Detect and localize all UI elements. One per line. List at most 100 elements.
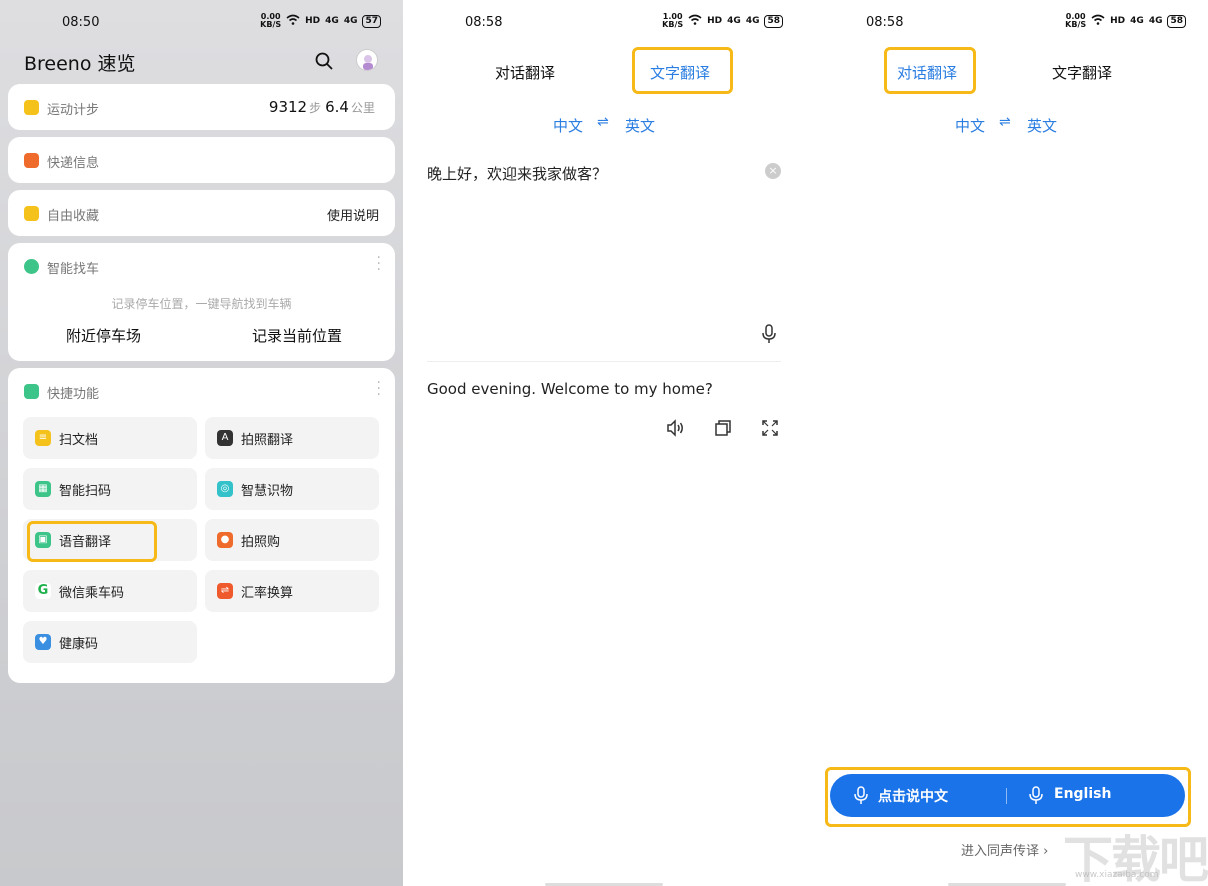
swap-language-icon[interactable]: ⇌ <box>999 114 1011 130</box>
simultaneous-interpretation-link[interactable]: 进入同声传译 › <box>961 840 1048 859</box>
quick-item-label: 健康码 <box>59 633 98 652</box>
steps-card[interactable]: 运动计步 9312步6.4公里 <box>8 84 395 130</box>
speak-english-button[interactable]: English <box>1054 786 1111 802</box>
source-text-input[interactable]: 晚上好，欢迎来我家做客？ <box>427 163 607 184</box>
fullscreen-icon[interactable] <box>760 418 780 438</box>
status-time: 08:50 <box>62 15 99 30</box>
target-language-selector[interactable]: 英文 <box>625 115 655 136</box>
net-speed: 0.00 KB/S <box>260 13 281 29</box>
status-icons: 1.00 KB/S HD 4G 4G 58 <box>662 13 783 29</box>
package-icon <box>24 153 39 168</box>
source-language-selector[interactable]: 中文 <box>955 115 985 136</box>
quick-item-photo-translate[interactable]: A 拍照翻译 <box>205 417 379 459</box>
signal-icon-1: 4G <box>325 16 339 26</box>
camera-translate-icon: A <box>217 430 233 446</box>
grid-icon <box>24 384 39 399</box>
net-speed: 1.00 KB/S <box>662 13 683 29</box>
status-icons: 0.00 KB/S HD 4G 4G 57 <box>260 13 381 29</box>
target-language-selector[interactable]: 英文 <box>1027 115 1057 136</box>
parking-card-label: 智能找车 <box>47 258 99 277</box>
battery-icon: 57 <box>362 15 381 28</box>
quick-item-label: 拍照购 <box>241 531 280 550</box>
quick-item-smart-scan[interactable]: ▦ 智能扫码 <box>23 468 197 510</box>
status-bar: 08:58 1.00 KB/S HD 4G 4G 58 <box>403 0 805 44</box>
quick-item-label: 智能扫码 <box>59 480 111 499</box>
page-title: Breeno 速览 <box>24 49 136 76</box>
hd-icon: HD <box>707 16 722 26</box>
quick-item-currency[interactable]: ⇌ 汇率换算 <box>205 570 379 612</box>
watermark-url: www.xiazaiba.com <box>1075 870 1159 880</box>
status-bar: 08:58 0.00 KB/S HD 4G 4G 58 <box>805 0 1208 44</box>
microphone-icon <box>854 786 868 809</box>
speaker-icon[interactable] <box>665 418 685 438</box>
favorites-card[interactable]: 自由收藏 使用说明 <box>8 190 395 236</box>
tab-dialog-translate[interactable]: 对话翻译 <box>495 62 555 83</box>
bookmark-icon <box>24 206 39 221</box>
tab-text-translate[interactable]: 文字翻译 <box>1052 62 1112 83</box>
microphone-icon[interactable] <box>761 324 777 348</box>
net-speed: 0.00 KB/S <box>1065 13 1086 29</box>
quick-item-health-code[interactable]: ♥ 健康码 <box>23 621 197 663</box>
quick-item-label: 微信乘车码 <box>59 582 124 601</box>
source-language-selector[interactable]: 中文 <box>553 115 583 136</box>
wifi-icon <box>688 14 702 28</box>
camera-icon: ● <box>217 532 233 548</box>
status-time: 08:58 <box>465 15 502 30</box>
quick-item-scan-doc[interactable]: ≡ 扫文档 <box>23 417 197 459</box>
dialog-translate-screen: 08:58 0.00 KB/S HD 4G 4G 58 对话翻译 文字翻译 中文… <box>805 0 1208 886</box>
voice-input-bar: 点击说中文 English <box>830 774 1185 817</box>
divider <box>1006 788 1007 804</box>
quick-item-label: 扫文档 <box>59 429 98 448</box>
microphone-icon <box>1029 786 1043 809</box>
breeno-overview-screen: 08:50 0.00 KB/S HD 4G 4G 57 Breeno 速览 运动… <box>0 0 403 886</box>
parking-card: 智能找车 ··· 记录停车位置，一键导航找到车辆 附近停车场 记录当前位置 <box>8 243 395 361</box>
wifi-icon <box>1091 14 1105 28</box>
avatar[interactable] <box>356 49 378 71</box>
status-bar: 08:50 0.00 KB/S HD 4G 4G 57 <box>0 0 403 44</box>
record-location-button[interactable]: 记录当前位置 <box>252 325 342 346</box>
signal-icon-2: 4G <box>1149 16 1163 26</box>
qr-code-icon: ▦ <box>35 481 51 497</box>
copy-icon[interactable] <box>713 418 733 438</box>
signal-icon-1: 4G <box>1130 16 1144 26</box>
steps-card-label: 运动计步 <box>47 99 99 118</box>
parking-icon <box>24 259 39 274</box>
steps-value: 9312步6.4公里 <box>269 98 379 116</box>
swap-language-icon[interactable]: ⇌ <box>597 114 609 130</box>
wechat-bus-icon: G <box>35 583 51 599</box>
highlight-box <box>27 521 157 562</box>
more-icon[interactable]: ··· <box>377 255 381 273</box>
quick-item-photo-shop[interactable]: ● 拍照购 <box>205 519 379 561</box>
parking-description: 记录停车位置，一键导航找到车辆 <box>8 295 395 312</box>
more-icon[interactable]: ··· <box>377 380 381 398</box>
hd-icon: HD <box>1110 16 1125 26</box>
translation-result: Good evening. Welcome to my home? <box>427 380 713 398</box>
quick-item-label: 智慧识物 <box>241 480 293 499</box>
document-icon: ≡ <box>35 430 51 446</box>
express-card-label: 快递信息 <box>47 152 99 171</box>
lens-icon: ◎ <box>217 481 233 497</box>
status-icons: 0.00 KB/S HD 4G 4G 58 <box>1065 13 1186 29</box>
divider <box>427 361 781 362</box>
battery-icon: 58 <box>1167 15 1186 28</box>
signal-icon-2: 4G <box>746 16 760 26</box>
wifi-icon <box>286 14 300 28</box>
quick-item-wechat-bus[interactable]: G 微信乘车码 <box>23 570 197 612</box>
signal-icon-2: 4G <box>344 16 358 26</box>
text-translate-screen: 08:58 1.00 KB/S HD 4G 4G 58 对话翻译 文字翻译 中文… <box>403 0 805 886</box>
quick-item-object-recognition[interactable]: ◎ 智慧识物 <box>205 468 379 510</box>
exchange-icon: ⇌ <box>217 583 233 599</box>
nearby-parking-button[interactable]: 附近停车场 <box>66 325 141 346</box>
usage-help-link[interactable]: 使用说明 <box>327 205 379 224</box>
signal-icon-1: 4G <box>727 16 741 26</box>
highlight-box <box>632 47 733 94</box>
hd-icon: HD <box>305 16 320 26</box>
speak-chinese-button[interactable]: 点击说中文 <box>878 786 948 806</box>
express-card[interactable]: 快递信息 <box>8 137 395 183</box>
quick-item-label: 汇率换算 <box>241 582 293 601</box>
walk-icon <box>24 100 39 115</box>
heart-icon: ♥ <box>35 634 51 650</box>
clear-icon[interactable]: × <box>765 163 781 179</box>
search-icon[interactable] <box>313 50 335 72</box>
quick-functions-label: 快捷功能 <box>47 383 99 402</box>
